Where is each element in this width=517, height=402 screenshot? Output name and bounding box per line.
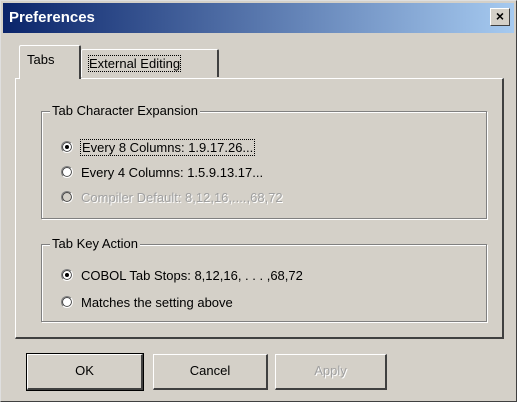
radio-label: Compiler Default: 8,12,16,....,68,72 xyxy=(81,189,283,205)
radio-label: Every 8 Columns: 1.9.17.26... xyxy=(79,138,256,156)
group-legend: Tab Key Action xyxy=(50,236,140,251)
radio-every-4-columns[interactable]: Every 4 Columns: 1.5.9.13.17... xyxy=(61,161,263,183)
close-button[interactable]: × xyxy=(490,8,510,26)
title-bar[interactable]: Preferences × xyxy=(3,3,514,33)
radio-every-8-columns[interactable]: Every 8 Columns: 1.9.17.26... xyxy=(61,136,256,158)
radio-button[interactable] xyxy=(61,141,73,153)
tab-external-editing-label: External Editing xyxy=(87,55,182,72)
tab-tabs[interactable]: Tabs xyxy=(19,45,81,79)
close-icon: × xyxy=(495,8,505,24)
radio-cobol-tab-stops[interactable]: COBOL Tab Stops: 8,12,16, . . . ,68,72 xyxy=(61,264,303,286)
radio-button xyxy=(61,191,73,203)
radio-label: Matches the setting above xyxy=(81,294,233,310)
radio-matches-setting-above[interactable]: Matches the setting above xyxy=(61,291,233,313)
tab-tabs-label: Tabs xyxy=(27,52,55,67)
ok-button[interactable]: OK xyxy=(26,353,144,391)
radio-button[interactable] xyxy=(61,296,73,308)
radio-button[interactable] xyxy=(61,269,73,281)
tab-external-editing[interactable]: External Editing xyxy=(81,49,219,77)
window-title: Preferences xyxy=(9,9,95,26)
preferences-dialog: Preferences × Tabs External Editing Tab … xyxy=(0,0,517,402)
cancel-button[interactable]: Cancel xyxy=(153,354,268,390)
radio-label: COBOL Tab Stops: 8,12,16, . . . ,68,72 xyxy=(81,267,303,283)
radio-button[interactable] xyxy=(61,166,73,178)
radio-label: Every 4 Columns: 1.5.9.13.17... xyxy=(81,164,264,180)
apply-button: Apply xyxy=(275,354,387,390)
group-legend: Tab Character Expansion xyxy=(50,103,200,118)
radio-compiler-default: Compiler Default: 8,12,16,....,68,72 xyxy=(61,186,283,208)
